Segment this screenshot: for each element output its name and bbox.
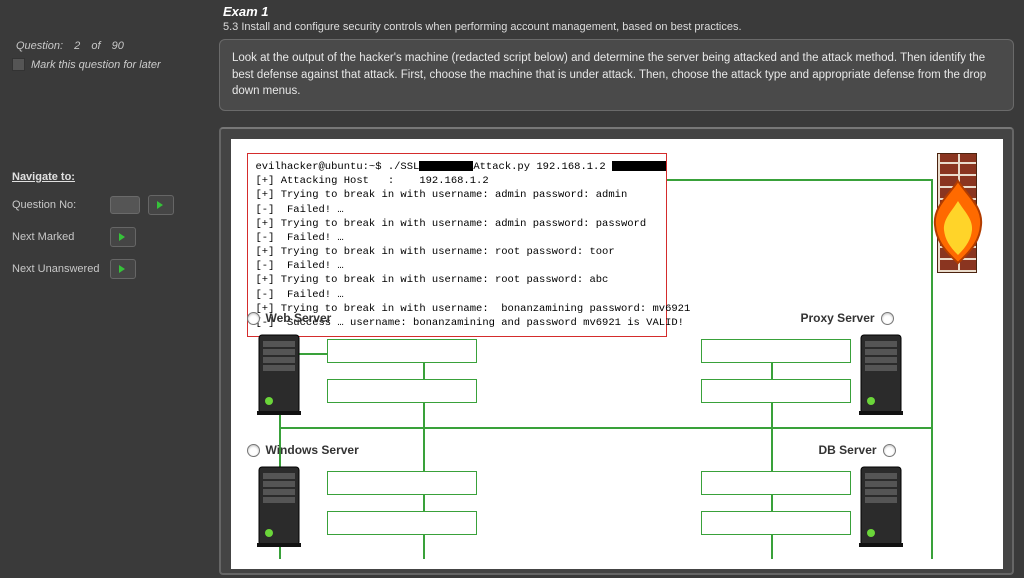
next-unanswered-button[interactable] xyxy=(110,259,136,279)
arrow-right-icon xyxy=(117,263,129,275)
navigate-title: Navigate to: xyxy=(12,171,203,183)
simulation-panel: evilhacker@ubuntu:~$ ./SSLAttack.py 192.… xyxy=(219,127,1014,575)
proxy-server-radio[interactable] xyxy=(881,312,894,325)
question-number-input[interactable] xyxy=(110,196,140,214)
db-server-label: DB Server xyxy=(819,443,877,457)
db-server-icon xyxy=(859,465,903,549)
db-server-radio[interactable] xyxy=(883,444,896,457)
web-server-icon xyxy=(257,333,301,417)
firewall-icon xyxy=(937,153,977,273)
windows-server-icon xyxy=(257,465,301,549)
nav-question-no-label: Question No: xyxy=(12,199,102,211)
question-text: Look at the output of the hacker's machi… xyxy=(219,39,1014,111)
nav-next-unanswered-label: Next Unanswered xyxy=(12,263,102,275)
proxy-attack-type-select[interactable] xyxy=(701,339,851,363)
fire-icon xyxy=(923,177,993,267)
proxy-server-label: Proxy Server xyxy=(801,311,875,325)
windows-attack-type-select[interactable] xyxy=(327,471,477,495)
db-defense-select[interactable] xyxy=(701,511,851,535)
mark-for-later-label: Mark this question for later xyxy=(31,59,161,71)
mark-for-later-checkbox[interactable] xyxy=(12,58,25,71)
proxy-server-icon xyxy=(859,333,903,417)
exam-objective: 5.3 Install and configure security contr… xyxy=(219,19,1014,39)
simulation-stage: evilhacker@ubuntu:~$ ./SSLAttack.py 192.… xyxy=(231,139,1003,569)
web-attack-type-select[interactable] xyxy=(327,339,477,363)
go-to-question-button[interactable] xyxy=(148,195,174,215)
next-marked-button[interactable] xyxy=(110,227,136,247)
windows-server-radio[interactable] xyxy=(247,444,260,457)
web-defense-select[interactable] xyxy=(327,379,477,403)
proxy-defense-select[interactable] xyxy=(701,379,851,403)
web-server-label: Web Server xyxy=(266,311,332,325)
windows-server-label: Windows Server xyxy=(266,443,359,457)
db-attack-type-select[interactable] xyxy=(701,471,851,495)
arrow-right-icon xyxy=(117,231,129,243)
exam-title: Exam 1 xyxy=(219,4,1014,19)
hacker-terminal-output: evilhacker@ubuntu:~$ ./SSLAttack.py 192.… xyxy=(247,153,667,337)
windows-defense-select[interactable] xyxy=(327,511,477,535)
question-index: Question: 2 of 90 xyxy=(12,40,203,52)
arrow-right-icon xyxy=(155,199,167,211)
web-server-radio[interactable] xyxy=(247,312,260,325)
nav-next-marked-label: Next Marked xyxy=(12,231,102,243)
